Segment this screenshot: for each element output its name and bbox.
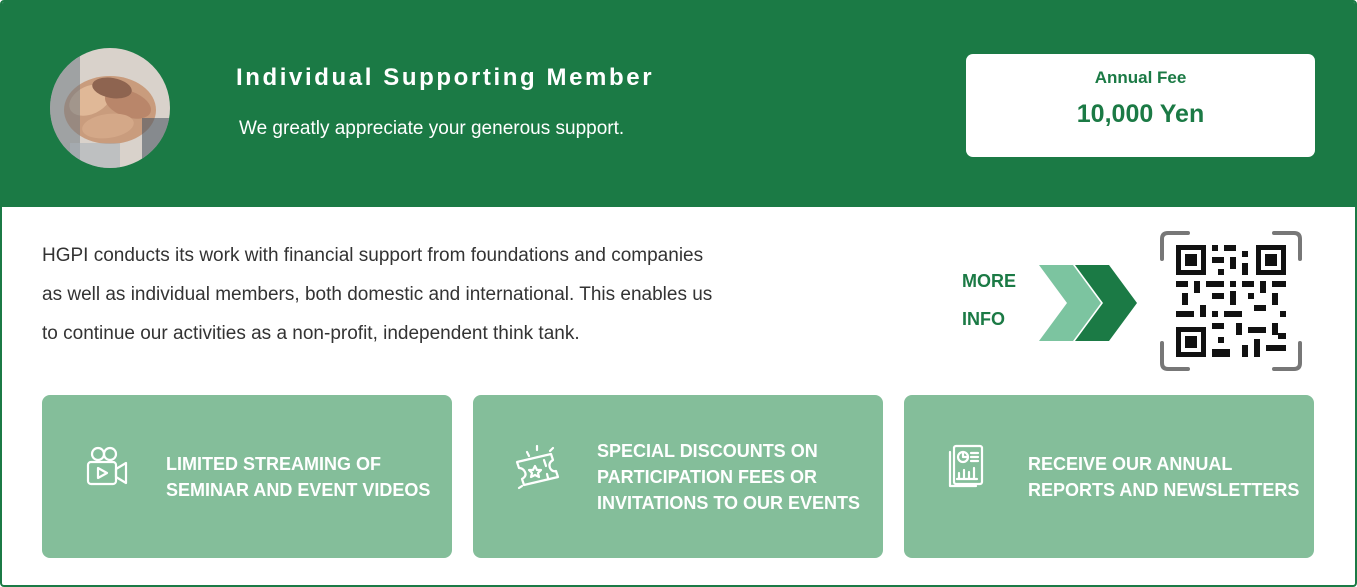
description-line: to continue our activities as a non-prof… xyxy=(42,323,580,344)
qr-code-icon xyxy=(1160,231,1302,371)
report-icon xyxy=(948,444,984,488)
chevron-right-icon xyxy=(1039,265,1137,341)
more-info-link[interactable]: MORE INFO xyxy=(962,262,1016,338)
benefit-card-discounts: SPECIAL DISCOUNTS ON PARTICIPATION FEES … xyxy=(473,395,883,558)
benefit-label: LIMITED STREAMING OF SEMINAR AND EVENT V… xyxy=(166,453,431,500)
benefit-label: SPECIAL DISCOUNTS ON PARTICIPATION FEES … xyxy=(597,440,861,513)
benefit-card-streaming: LIMITED STREAMING OF SEMINAR AND EVENT V… xyxy=(42,395,452,558)
description-line: HGPI conducts its work with financial su… xyxy=(42,245,704,266)
fee-value: 10,000 Yen xyxy=(1076,100,1205,128)
benefit-label: RECEIVE OUR ANNUAL REPORTS AND NEWSLETTE… xyxy=(1028,453,1300,500)
stacked-hands-image xyxy=(50,48,170,168)
header-banner: Individual Supporting Member We greatly … xyxy=(2,2,1355,207)
description-line: as well as individual members, both dome… xyxy=(42,284,713,305)
page-title: Individual Supporting Member xyxy=(236,64,655,91)
subtitle: We greatly appreciate your generous supp… xyxy=(239,118,625,139)
more-info-label: INFO xyxy=(962,309,1005,329)
qr-code[interactable] xyxy=(1158,229,1304,373)
fee-label: Annual Fee xyxy=(1094,68,1187,87)
video-camera-icon xyxy=(86,446,128,486)
annual-fee-box: Annual Fee 10,000 Yen xyxy=(966,54,1315,157)
avatar xyxy=(50,48,170,168)
description: HGPI conducts its work with financial su… xyxy=(42,236,922,353)
more-info-label: MORE xyxy=(962,271,1016,291)
member-card: Individual Supporting Member We greatly … xyxy=(0,0,1357,587)
benefit-card-reports: RECEIVE OUR ANNUAL REPORTS AND NEWSLETTE… xyxy=(904,395,1314,558)
ticket-icon xyxy=(515,444,560,490)
